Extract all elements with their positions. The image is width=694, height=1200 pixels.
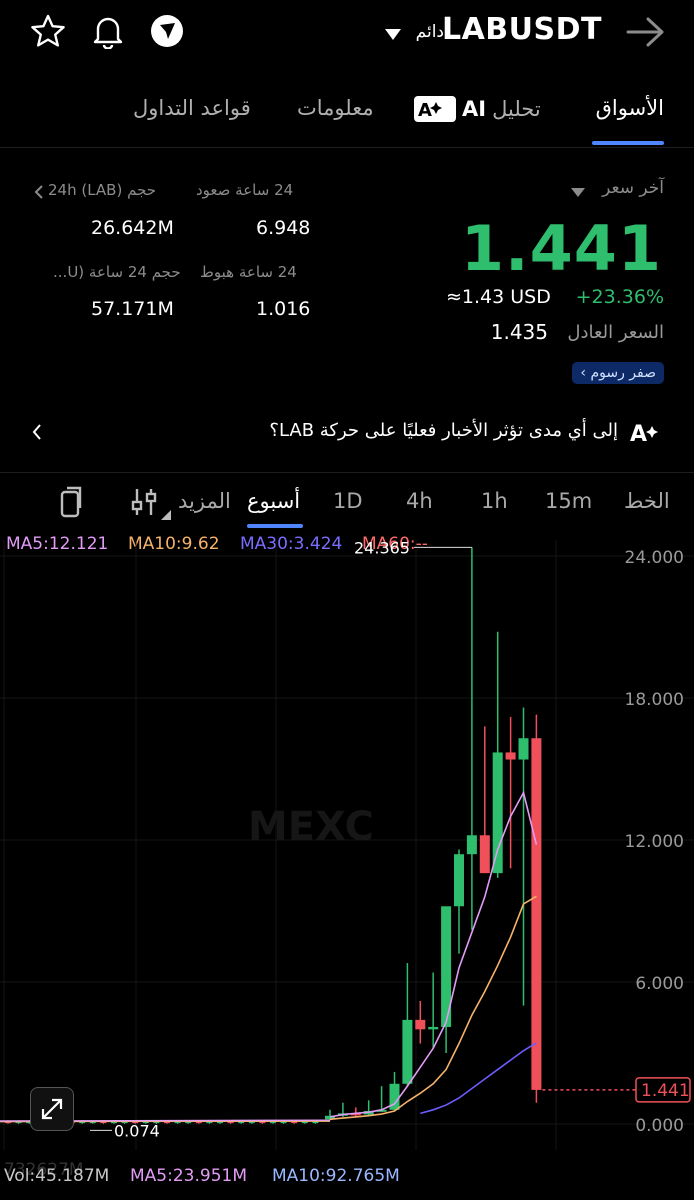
bell-icon[interactable] (91, 13, 125, 53)
fullscreen-button[interactable] (30, 1087, 74, 1131)
chevron-left-icon: ‹ (580, 365, 591, 381)
last-price: 1.441 (460, 212, 662, 285)
news-question[interactable]: إلى أي مدى تؤثر الأخبار فعليًا على حركة … (269, 420, 618, 441)
ai-label: AI (462, 97, 487, 121)
candle-body (492, 752, 503, 874)
active-tab-indicator (592, 141, 664, 145)
low-24h-value: 1.016 (256, 298, 311, 320)
usd-price: ≈1.43 USD (446, 286, 551, 308)
symbol-title[interactable]: LABUSDT (442, 12, 602, 47)
volume-ma10-label: MA10:92.765M (272, 1166, 400, 1186)
candle-body (531, 738, 542, 1090)
tabs-divider (0, 147, 694, 148)
high-24h-label: 24 ساعة صعود (196, 181, 294, 199)
candle-body (428, 1026, 439, 1030)
contract-type-label[interactable]: دائم (416, 22, 444, 42)
candle-body (518, 738, 529, 760)
interval-15m[interactable]: 15m (545, 489, 592, 513)
y-tick-label: 6.000 (635, 974, 684, 994)
svg-text:A: A (418, 100, 432, 121)
ai-logo-icon: A (414, 96, 456, 122)
tab-ai-analysis[interactable]: A AI تحليل (414, 96, 541, 122)
tab-markets[interactable]: الأسواق (596, 96, 664, 120)
interval-line[interactable]: الخط (624, 489, 670, 513)
high-24h-value: 6.948 (256, 217, 311, 239)
candle-body (466, 835, 477, 855)
vol-lab-label[interactable]: حجم 24h (LAB) (48, 181, 156, 199)
price-axis: 24.000 18.000 12.000 6.000 0.000 (625, 548, 684, 1136)
candle-body (402, 1019, 413, 1084)
chevron-left-icon[interactable] (32, 424, 42, 444)
low-24h-label: 24 ساعة هبوط (200, 263, 297, 281)
volume-ma5-label: MA5:23.951M (130, 1166, 247, 1186)
vol-lab-value: 26.642M (91, 217, 174, 239)
y-tick-label: 24.000 (625, 548, 684, 568)
candle-body (505, 752, 516, 760)
tab-info-rules[interactable]: قواعد التداول (133, 96, 251, 120)
dropdown-corner-icon[interactable] (161, 505, 171, 524)
current-price-value: 1.441 (641, 1081, 690, 1101)
chevron-left-icon[interactable] (34, 184, 44, 203)
news-divider (0, 472, 694, 473)
candle-body (415, 1019, 426, 1030)
volume-label: Vol:45.187M (4, 1166, 110, 1186)
zero-fee-badge[interactable]: ‹ صفر رسوم (572, 362, 664, 384)
interval-1h[interactable]: 1h (481, 489, 508, 513)
ai-spark-icon: A (630, 420, 662, 450)
candle-body (479, 835, 490, 874)
indicator-settings-icon[interactable] (131, 487, 159, 521)
back-arrow-icon[interactable] (626, 16, 666, 52)
y-tick-label: 12.000 (625, 832, 684, 852)
fair-price-value: 1.435 (490, 320, 548, 344)
price-change: +23.36% (575, 286, 664, 308)
interval-week[interactable]: أسبوع (247, 489, 300, 513)
tab-information[interactable]: معلومات (297, 96, 374, 120)
share-icon[interactable] (150, 14, 184, 52)
fair-price-label: السعر العادل (567, 322, 664, 343)
interval-4h[interactable]: 4h (406, 489, 433, 513)
low-marker-value: 0.074 (114, 1121, 160, 1140)
interval-1d[interactable]: 1D (333, 489, 363, 513)
vol-u-label: حجم 24 ساعة (U... (53, 263, 181, 281)
last-price-label[interactable]: آخر سعر (602, 178, 664, 198)
star-icon[interactable] (30, 14, 66, 52)
interval-more[interactable]: المزيد (178, 489, 231, 513)
chart-watermark: MEXC (248, 804, 374, 850)
caret-down-icon[interactable] (385, 26, 401, 45)
candle-body (454, 854, 464, 907)
high-marker-value: 24.365 (354, 538, 410, 557)
candlestick-chart[interactable]: MEXC 24.00018.00012.0006.0000.000 1.441 … (0, 530, 694, 1200)
vol-u-value: 57.171M (91, 298, 174, 320)
y-tick-label: 18.000 (625, 690, 684, 710)
zero-fee-label: صفر رسوم (590, 365, 656, 381)
expand-icon (41, 1098, 63, 1120)
analysis-label: تحليل (492, 97, 541, 121)
caret-down-icon[interactable] (571, 183, 585, 202)
active-interval-indicator (247, 524, 303, 528)
svg-text:A: A (630, 422, 647, 446)
y-tick-label: 0.000 (635, 1116, 684, 1136)
phone-rotate-icon[interactable] (58, 486, 84, 522)
